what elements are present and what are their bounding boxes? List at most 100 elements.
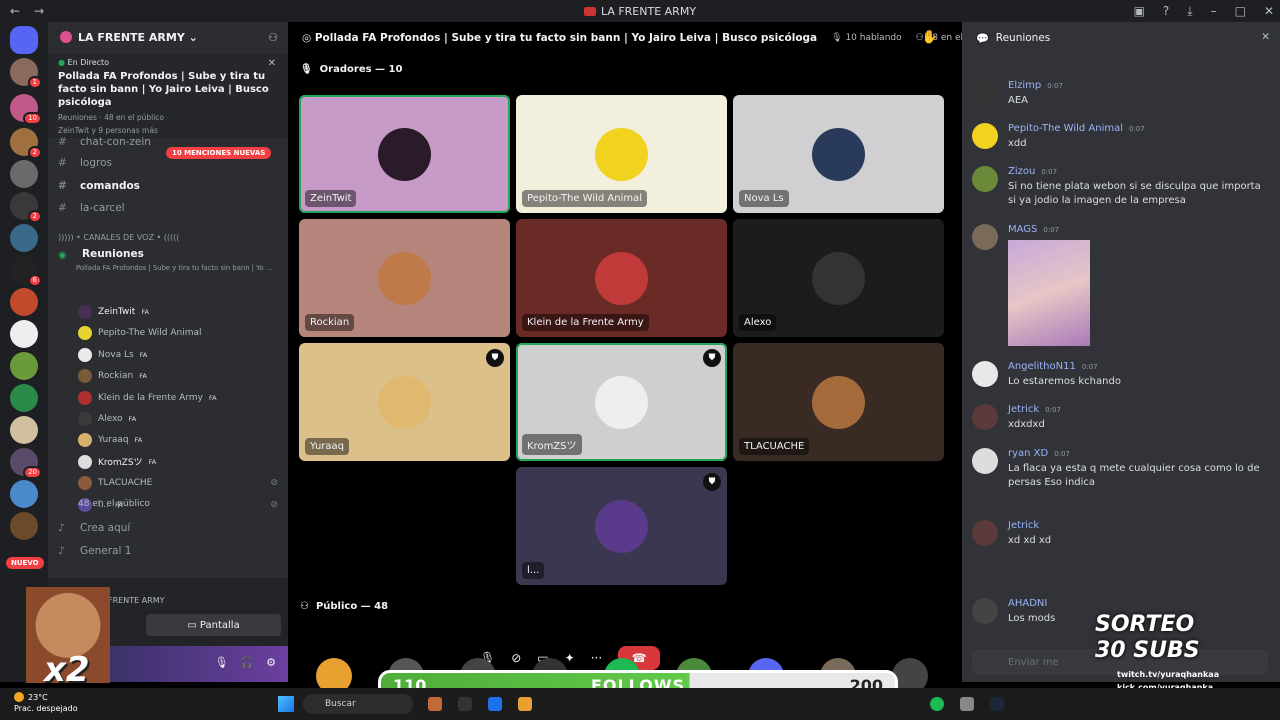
avatar[interactable] — [972, 448, 998, 474]
guild-header[interactable]: LA FRENTE ARMY ⌄ ⚇ — [48, 22, 288, 52]
chat-icon: 💬 — [976, 32, 996, 45]
taskbar-search[interactable]: Buscar — [303, 694, 413, 714]
speakers-section[interactable]: 🎙 Oradores — 10 — [300, 64, 402, 75]
voice-channel-item[interactable]: ♪ General 1 — [58, 541, 283, 561]
avatar[interactable] — [972, 166, 998, 192]
avatar[interactable] — [972, 404, 998, 430]
raise-hand-icon[interactable]: ✋ — [922, 30, 938, 45]
app-icon[interactable] — [518, 697, 532, 711]
moderator-shield-icon: ⛊ — [703, 349, 721, 367]
voice-category[interactable]: ))))) • CANALES DE VOZ • ((((( — [58, 233, 179, 242]
forward-arrow-icon[interactable]: → — [34, 4, 44, 18]
member-tag: FA — [139, 350, 148, 359]
speaker-icon: ♪ — [58, 545, 65, 557]
server-icon[interactable] — [10, 352, 38, 380]
voice-member[interactable]: TLACUACHE ⊘ — [78, 473, 278, 493]
server-icon[interactable] — [10, 512, 38, 540]
avatar[interactable] — [972, 361, 998, 387]
attached-image[interactable] — [1008, 240, 1090, 346]
server-icon[interactable] — [10, 160, 38, 188]
speaker-tile[interactable]: l... ⛊ — [516, 467, 727, 585]
server-icon[interactable] — [10, 288, 38, 316]
speaker-name: Yuraaq — [305, 438, 350, 455]
channel-item[interactable]: # la-carcel — [58, 198, 283, 218]
mentions-badge[interactable]: 10 MENCIONES NUEVAS — [166, 147, 272, 159]
spotify-icon[interactable] — [930, 697, 944, 711]
back-arrow-icon[interactable]: ← — [10, 4, 20, 18]
public-count: 48 en el público — [78, 499, 150, 509]
live-stage-card[interactable]: ● En Directo Pollada FA Profondos | Sube… — [48, 54, 288, 138]
server-icon[interactable]: 6 — [10, 256, 42, 287]
audience-section[interactable]: ⚇ Público — 48 — [300, 601, 388, 612]
discord-home-icon[interactable] — [10, 26, 38, 54]
avatar[interactable] — [972, 224, 998, 250]
voice-member[interactable]: Yuraaq FA — [78, 430, 278, 450]
activity-icon[interactable]: ✦ — [565, 651, 575, 665]
moderator-shield-icon: ⛊ — [486, 349, 504, 367]
voice-member[interactable]: Rockian FA — [78, 366, 278, 386]
headphones-icon[interactable]: 🎧 — [240, 656, 254, 669]
camera-off-icon[interactable]: ⊘ — [511, 651, 521, 665]
member-tag: FA — [208, 393, 217, 402]
avatar[interactable] — [972, 520, 998, 546]
server-icon[interactable]: 2 — [10, 192, 42, 223]
voice-member[interactable]: KromZSツ FA — [78, 452, 278, 472]
voice-member[interactable]: Klein de la Frente Army FA — [78, 388, 278, 408]
settings-icon[interactable]: ⚙ — [266, 656, 276, 669]
app-icon[interactable] — [960, 697, 974, 711]
close-icon[interactable]: ✕ — [1264, 4, 1274, 18]
channel-item[interactable]: # comandos — [58, 176, 283, 196]
voice-member[interactable]: Alexo FA — [78, 409, 278, 429]
app-icon[interactable] — [458, 697, 472, 711]
avatar — [595, 500, 648, 553]
close-icon[interactable]: ✕ — [1261, 31, 1270, 43]
voice-member[interactable]: ZeinTwit FA — [78, 302, 278, 322]
avatar[interactable] — [972, 80, 998, 106]
server-icon[interactable] — [10, 416, 38, 444]
browser-icon[interactable] — [488, 697, 502, 711]
more-icon[interactable]: ··· — [591, 651, 602, 665]
sun-icon — [14, 692, 24, 702]
help-icon[interactable]: ? — [1163, 4, 1169, 18]
speaker-tile[interactable]: Alexo — [733, 219, 944, 337]
steam-icon[interactable] — [990, 697, 1004, 711]
speaker-tile[interactable]: Yuraaq ⛊ — [299, 343, 510, 461]
voice-channel-item[interactable]: ♪ Crea aquí — [58, 518, 283, 538]
speaker-tile[interactable]: Klein de la Frente Army — [516, 219, 727, 337]
speaker-tile[interactable]: Rockian — [299, 219, 510, 337]
screen-share-button[interactable]: ▭ Pantalla — [146, 614, 281, 636]
weather-widget[interactable]: 23°C Prac. despejado — [14, 692, 78, 714]
voice-member[interactable]: Nova Ls FA — [78, 345, 278, 365]
message-text: xdd — [1008, 138, 1027, 149]
server-icon[interactable] — [10, 480, 38, 508]
server-icon[interactable]: 10 — [10, 94, 42, 125]
server-icon[interactable] — [10, 320, 38, 348]
app-icon[interactable] — [428, 697, 442, 711]
server-icon[interactable]: 1 — [10, 58, 42, 89]
download-icon[interactable]: ⤓ — [1187, 4, 1192, 19]
minimize-icon[interactable]: – — [1211, 4, 1217, 18]
avatar[interactable] — [972, 598, 998, 624]
mic-icon[interactable]: 🎙 — [214, 656, 228, 669]
chat-header: 💬 Reuniones ✕ — [976, 31, 1270, 45]
stage-channel-reuniones[interactable]: ◉ Reuniones Polla­da FA Profondos | Sube… — [58, 248, 283, 272]
server-icon[interactable]: 20 — [10, 448, 42, 479]
speaker-tile[interactable]: TLACUACHE — [733, 343, 944, 461]
invite-icon[interactable]: ⚇ — [268, 31, 278, 44]
avatar[interactable] — [972, 123, 998, 149]
start-button[interactable] — [278, 696, 294, 712]
speaker-tile[interactable]: ZeinTwit — [299, 95, 510, 213]
server-icon[interactable]: 2 — [10, 128, 42, 159]
server-icon[interactable] — [10, 224, 38, 252]
inbox-icon[interactable]: ▣ — [1134, 4, 1145, 18]
speaker-tile[interactable]: Pepito-The Wild Animal — [516, 95, 727, 213]
member-tag: FA — [139, 372, 147, 381]
avatar — [78, 305, 92, 319]
close-icon[interactable]: ✕ — [268, 58, 276, 69]
server-icon[interactable] — [10, 384, 38, 412]
maximize-icon[interactable]: □ — [1235, 4, 1246, 18]
voice-member[interactable]: Pepito-The Wild Animal — [78, 323, 278, 343]
speaker-tile[interactable]: KromZSツ ⛊ — [516, 343, 727, 461]
speaker-tile[interactable]: Nova Ls — [733, 95, 944, 213]
speaker-name: ZeinTwit — [305, 190, 357, 207]
